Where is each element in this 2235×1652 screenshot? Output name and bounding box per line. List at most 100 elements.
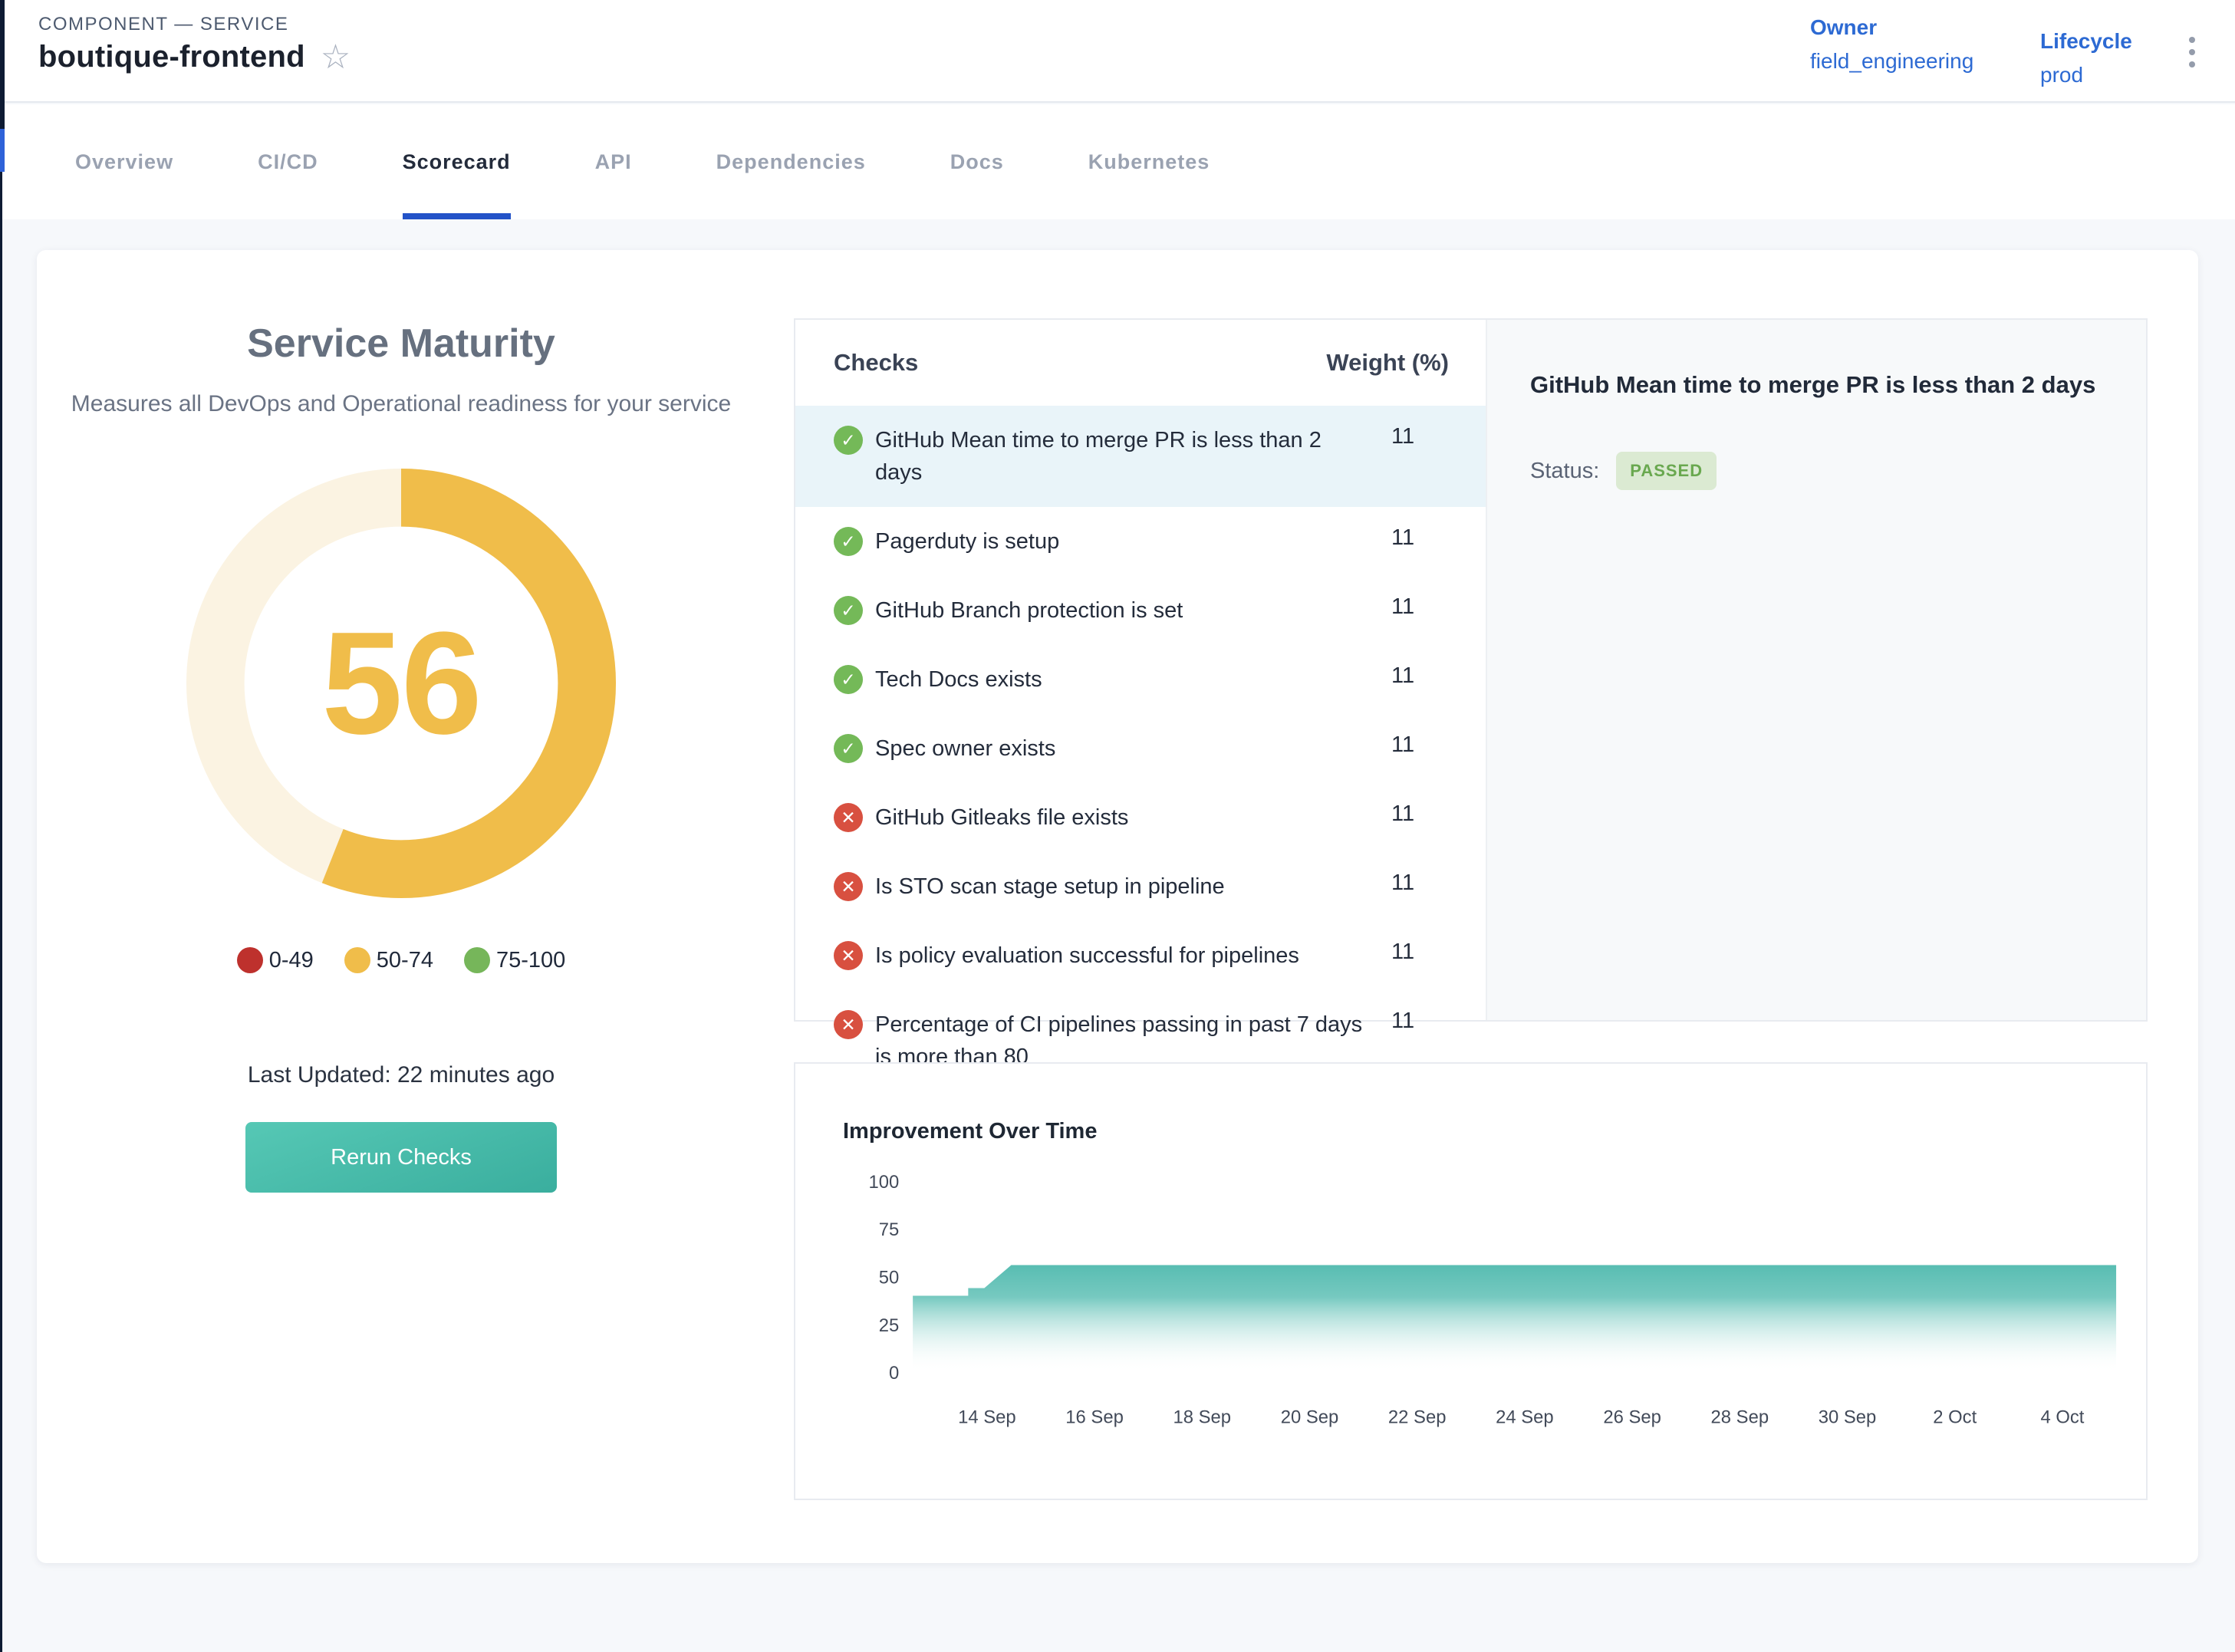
scorecard-card: Service Maturity Measures all DevOps and… — [37, 250, 2198, 1563]
legend-label: 50-74 — [377, 948, 433, 973]
legend-label: 0-49 — [269, 948, 314, 973]
check-passed-icon: ✓ — [834, 734, 863, 763]
lifecycle-label: Lifecycle — [2040, 29, 2132, 54]
legend-item-75-100: 75-100 — [464, 947, 565, 973]
check-failed-icon: ✕ — [834, 1010, 863, 1039]
window-left-border — [0, 0, 2, 1652]
check-name: Pagerduty is setup — [875, 525, 1373, 558]
check-row[interactable]: ✓ GitHub Mean time to merge PR is less th… — [795, 406, 1486, 507]
page-body: Service Maturity Measures all DevOps and… — [0, 219, 2235, 1652]
tab-ci-cd[interactable]: CI/CD — [258, 104, 318, 219]
check-row[interactable]: ✕ GitHub Gitleaks file exists 11 — [795, 783, 1486, 852]
check-weight: 11 — [1391, 525, 1443, 551]
x-axis-tick: 4 Oct — [2040, 1407, 2084, 1428]
owner-value-link[interactable]: field_engineering — [1810, 49, 1973, 74]
collapsed-sidebar-active-indicator — [0, 129, 5, 172]
check-failed-icon: ✕ — [834, 941, 863, 970]
y-axis-tick: 75 — [879, 1219, 900, 1240]
maturity-gauge: 56 — [186, 469, 616, 898]
legend-dot — [464, 947, 490, 973]
x-axis-tick: 2 Oct — [1933, 1407, 1977, 1428]
check-row[interactable]: ✓ Spec owner exists 11 — [795, 714, 1486, 783]
check-row[interactable]: ✓ Pagerduty is setup 11 — [795, 507, 1486, 576]
favorite-star-icon[interactable]: ☆ — [321, 41, 351, 74]
scorecard-title: Service Maturity — [37, 321, 765, 367]
check-name: Spec owner exists — [875, 732, 1373, 765]
checks-list: Checks Weight (%) ✓ GitHub Mean time to m… — [795, 320, 1486, 1020]
check-name: GitHub Mean time to merge PR is less tha… — [875, 424, 1373, 489]
lifecycle-value: prod — [2040, 63, 2132, 87]
tab-kubernetes[interactable]: Kubernetes — [1088, 104, 1210, 219]
legend-dot — [237, 947, 263, 973]
breadcrumb: COMPONENT — SERVICE — [38, 14, 288, 35]
check-failed-icon: ✕ — [834, 872, 863, 901]
y-axis-tick: 100 — [868, 1172, 899, 1193]
check-failed-icon: ✕ — [834, 803, 863, 832]
x-axis-tick: 24 Sep — [1496, 1407, 1554, 1428]
tab-overview[interactable]: Overview — [75, 104, 173, 219]
page-title: boutique-frontend — [38, 40, 305, 74]
check-weight: 11 — [1391, 424, 1443, 449]
y-axis-tick: 0 — [889, 1363, 899, 1384]
check-weight: 11 — [1391, 940, 1443, 965]
entity-tabbar: Overview CI/CD Scorecard API Dependencies Doc… — [0, 104, 2235, 219]
check-passed-icon: ✓ — [834, 596, 863, 625]
check-weight: 11 — [1391, 1009, 1443, 1034]
check-passed-icon: ✓ — [834, 527, 863, 556]
check-row[interactable]: ✓ Tech Docs exists 11 — [795, 645, 1486, 714]
check-name: Is STO scan stage setup in pipeline — [875, 870, 1373, 903]
owner-label: Owner — [1810, 15, 1973, 40]
check-passed-icon: ✓ — [834, 426, 863, 455]
x-axis-tick: 18 Sep — [1173, 1407, 1232, 1428]
owner-block: Owner field_engineering — [1810, 15, 1973, 74]
last-updated-text: Last Updated: 22 minutes ago — [37, 1062, 765, 1088]
page-header: COMPONENT — SERVICE boutique-frontend ☆ … — [0, 0, 2235, 103]
lifecycle-block: Lifecycle prod — [2040, 29, 2132, 87]
x-axis-tick: 14 Sep — [958, 1407, 1016, 1428]
scorecard-subtitle: Measures all DevOps and Operational read… — [64, 387, 739, 421]
rerun-checks-button[interactable]: Rerun Checks — [245, 1122, 557, 1193]
check-weight: 11 — [1391, 732, 1443, 758]
checks-list-header: Checks Weight (%) — [795, 349, 1486, 377]
tab-docs[interactable]: Docs — [950, 104, 1004, 219]
check-row[interactable]: ✕ Is policy evaluation successful for pip… — [795, 921, 1486, 990]
tab-api[interactable]: API — [595, 104, 632, 219]
check-passed-icon: ✓ — [834, 665, 863, 694]
check-detail-panel: GitHub Mean time to merge PR is less tha… — [1486, 320, 2146, 1020]
y-axis-tick: 50 — [879, 1267, 900, 1288]
legend-item-0-49: 0-49 — [237, 947, 314, 973]
collapsed-sidebar-strip — [0, 0, 5, 129]
check-weight: 11 — [1391, 594, 1443, 620]
weight-column-header: Weight (%) — [1326, 349, 1449, 377]
tab-scorecard[interactable]: Scorecard — [403, 104, 511, 219]
x-axis-tick: 22 Sep — [1388, 1407, 1447, 1428]
legend-label: 75-100 — [496, 948, 565, 973]
checks-panel: Checks Weight (%) ✓ GitHub Mean time to m… — [794, 318, 2148, 1022]
x-axis-tick: 20 Sep — [1281, 1407, 1339, 1428]
check-weight: 11 — [1391, 663, 1443, 689]
x-axis-tick: 16 Sep — [1065, 1407, 1124, 1428]
x-axis-tick: 26 Sep — [1603, 1407, 1661, 1428]
tab-dependencies[interactable]: Dependencies — [716, 104, 866, 219]
checks-column-header: Checks — [834, 349, 1326, 377]
status-badge: PASSED — [1616, 452, 1717, 490]
maturity-summary: Service Maturity Measures all DevOps and… — [37, 250, 765, 1193]
check-row[interactable]: ✕ Is STO scan stage setup in pipeline 11 — [795, 852, 1486, 921]
improvement-area-chart: 0 25 50 75 100 14 Sep 16 Sep 18 Sep 20 Sep 22 Se… — [795, 1064, 2146, 1499]
maturity-score-value: 56 — [186, 469, 616, 898]
check-name: GitHub Gitleaks file exists — [875, 801, 1373, 834]
check-row[interactable]: ✓ GitHub Branch protection is set 11 — [795, 576, 1486, 645]
more-options-icon[interactable] — [2189, 37, 2195, 67]
legend-dot — [344, 947, 370, 973]
x-axis-tick: 28 Sep — [1711, 1407, 1769, 1428]
check-weight: 11 — [1391, 870, 1443, 896]
check-name: Is policy evaluation successful for pipe… — [875, 940, 1373, 972]
check-weight: 11 — [1391, 801, 1443, 827]
y-axis-tick: 25 — [879, 1315, 900, 1336]
check-name: Tech Docs exists — [875, 663, 1373, 696]
check-detail-title: GitHub Mean time to merge PR is less tha… — [1530, 364, 2103, 406]
legend-item-50-74: 50-74 — [344, 947, 433, 973]
status-label: Status: — [1530, 459, 1599, 484]
check-name: GitHub Branch protection is set — [875, 594, 1373, 627]
improvement-chart-panel: Improvement Over Time 0255075100 14 Sep1… — [794, 1062, 2148, 1500]
